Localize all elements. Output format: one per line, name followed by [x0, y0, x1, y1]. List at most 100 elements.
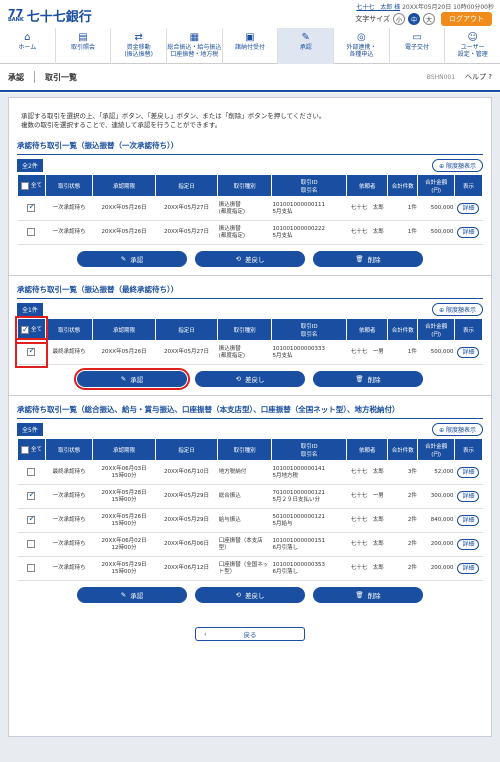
transaction-table: 全て取引状態承認期限指定日取引種別取引ID 取引名依頼者合計件数合計金額 (円)… [17, 438, 484, 581]
table-row: 一次承認待ち20XX年05月26日20XX年05月27日振込振替 (都度指定)1… [17, 220, 483, 245]
nav-item-1[interactable]: ▤ 取引照会 [54, 28, 111, 64]
result-count: 全5件 [17, 423, 43, 436]
row-checkbox[interactable] [27, 491, 36, 501]
cell-type: 総合振込 [217, 484, 272, 509]
font-size-medium[interactable]: 中 [408, 13, 420, 25]
user-name-link[interactable]: 七十七 太郎 様 [356, 4, 400, 11]
divider [9, 275, 491, 276]
nav-item-4[interactable]: ▣ 諸納付受付 [221, 28, 278, 64]
row-checkbox[interactable] [27, 540, 36, 549]
row-checkbox[interactable] [27, 468, 36, 477]
transaction-table: 全て取引状態承認期限指定日取引種別取引ID 取引名依頼者合計件数合計金額 (円)… [17, 174, 484, 245]
row-checkbox[interactable] [27, 228, 36, 237]
nav-item-2[interactable]: ⇄ 資金移動 (振込振替) [110, 28, 166, 64]
detail-button[interactable]: 詳細 [457, 466, 480, 478]
detail-button[interactable]: 詳細 [457, 490, 480, 502]
detail-button[interactable]: 詳細 [457, 514, 480, 526]
cell-status: 最終承認待ち [45, 460, 93, 485]
cell-view: 詳細 [454, 508, 483, 533]
cell-view: 詳細 [454, 220, 483, 245]
page-title: 取引一覧 [45, 72, 77, 82]
nav-item-3[interactable]: ▦ 総合振込・給与振込 口座振替・地方税 [166, 28, 222, 64]
table-row: 一次承認待ち 20XX年05月29日 15時00分 20XX年06月12日 口座振替（… [17, 556, 483, 581]
cell-id: 101001000000151 6月引落し [271, 532, 347, 557]
nav-item-7[interactable]: ▭ 電子交付 [388, 28, 445, 64]
detail-button[interactable]: 詳細 [457, 226, 480, 238]
nav-label: ホーム [18, 44, 37, 51]
detail-button[interactable]: 詳細 [457, 538, 480, 550]
select-all-checkbox[interactable] [20, 325, 29, 334]
cell-id: 101001000000141 5月地方税 [271, 460, 347, 485]
cell-amt: 840,000 [417, 508, 455, 533]
trash-icon: 🗑 [355, 255, 364, 263]
delete-button[interactable]: 🗑 削除 [313, 371, 423, 387]
select-all-checkbox[interactable] [20, 181, 29, 190]
col-date: 指定日 [154, 318, 219, 341]
limit-display-button[interactable]: ⊕ 限度額表示 [432, 159, 483, 172]
remand-button[interactable]: ⟲ 差戻し [195, 251, 305, 267]
col-status: 取引状態 [44, 438, 94, 461]
delete-button[interactable]: 🗑 削除 [313, 587, 423, 603]
limit-display-button[interactable]: ⊕ 限度額表示 [432, 303, 483, 316]
cell-amt: 200,000 [417, 532, 455, 557]
cell-view: 詳細 [454, 532, 483, 557]
row-select-cell [17, 196, 46, 221]
row-checkbox[interactable] [27, 347, 36, 357]
nav-item-0[interactable]: ⌂ ホーム [0, 28, 55, 64]
cell-cnt: 1件 [387, 196, 418, 221]
col-cnt: 合計件数 [387, 174, 419, 197]
approve-button[interactable]: ✎ 承認 [77, 251, 187, 267]
nav-icon: ✎ [301, 32, 310, 43]
font-size-large[interactable]: 大 [423, 13, 435, 25]
bank-logo[interactable]: 77 BANK 七十七銀行 [8, 6, 92, 26]
delete-button[interactable]: 🗑 削除 [313, 251, 423, 267]
select-all-label: 全て [30, 447, 42, 454]
font-size-control: 文字サイズ 小 中 大 ログアウト [355, 12, 492, 26]
approve-button[interactable]: ✎ 承認 [74, 368, 190, 390]
back-button[interactable]: ‹ 戻る [195, 627, 305, 641]
help-link[interactable]: ヘルプ ? [465, 72, 492, 82]
logout-button[interactable]: ログアウト [441, 12, 492, 26]
cell-type: 振込振替 (都度指定) [217, 220, 272, 245]
cell-deadline: 20XX年05月29日 15時00分 [92, 556, 156, 581]
detail-button[interactable]: 詳細 [457, 346, 480, 358]
row-checkbox[interactable] [27, 564, 36, 573]
select-all-checkbox[interactable] [20, 445, 29, 454]
limit-display-button[interactable]: ⊕ 限度額表示 [432, 423, 483, 436]
col-deadline: 承認期限 [92, 318, 156, 341]
row-checkbox[interactable] [27, 203, 36, 213]
cell-deadline: 20XX年06月03日 15時00分 [92, 460, 156, 485]
detail-button[interactable]: 詳細 [457, 202, 480, 214]
cell-amt: 52,000 [417, 460, 455, 485]
row-select-cell [14, 337, 49, 368]
detail-button[interactable]: 詳細 [457, 562, 480, 574]
nav-item-8[interactable]: ☺ ユーザー 設定・管理 [444, 28, 500, 64]
help-icon: ? [488, 73, 492, 81]
cell-amt: 200,000 [417, 556, 455, 581]
global-nav: ⌂ ホーム ▤ 取引照会 ⇄ 資金移動 (振込振替) ▦ 総合振込・給与振込 口座振替・地方税… [0, 28, 500, 64]
cell-req: 七十七 太郎 [346, 220, 388, 245]
approve-button[interactable]: ✎ 承認 [77, 587, 187, 603]
remand-button[interactable]: ⟲ 差戻し [195, 371, 305, 387]
cell-amt: 500,000 [417, 340, 455, 365]
cell-cnt: 2件 [387, 508, 418, 533]
cell-date: 20XX年05月27日 [155, 220, 218, 245]
nav-item-6[interactable]: ◎ 外部連携・ 各種申込 [333, 28, 389, 64]
cell-req: 七十七 太郎 [346, 532, 388, 557]
table-row: 一次承認待ち20XX年05月28日 15時00分20XX年05月29日総合振込7… [17, 484, 483, 509]
nav-item-5[interactable]: ✎ 承認 [277, 28, 334, 64]
font-size-small[interactable]: 小 [393, 13, 405, 25]
cell-view: 詳細 [454, 484, 483, 509]
cell-id: 501001000000121 5月給与 [271, 508, 347, 533]
cell-id: 101001000000333 5月支払 [271, 340, 347, 365]
row-checkbox[interactable] [27, 515, 36, 525]
divider [9, 395, 491, 396]
nav-icon: ⌂ [24, 32, 31, 43]
action-buttons: ✎ 承認 ⟲ 差戻し 🗑 削除 [17, 587, 483, 603]
main-area: 承認する取引を選択の上、「承認」ボタン、「差戻し」ボタン、または「削除」ボタンを… [0, 93, 500, 762]
nav-label: 諸納付受付 [235, 44, 266, 51]
nav-label: 取引照会 [71, 44, 96, 51]
remand-button[interactable]: ⟲ 差戻し [195, 587, 305, 603]
nav-label: 総合振込・給与振込 口座振替・地方税 [167, 44, 222, 58]
col-view: 表示 [453, 438, 484, 461]
